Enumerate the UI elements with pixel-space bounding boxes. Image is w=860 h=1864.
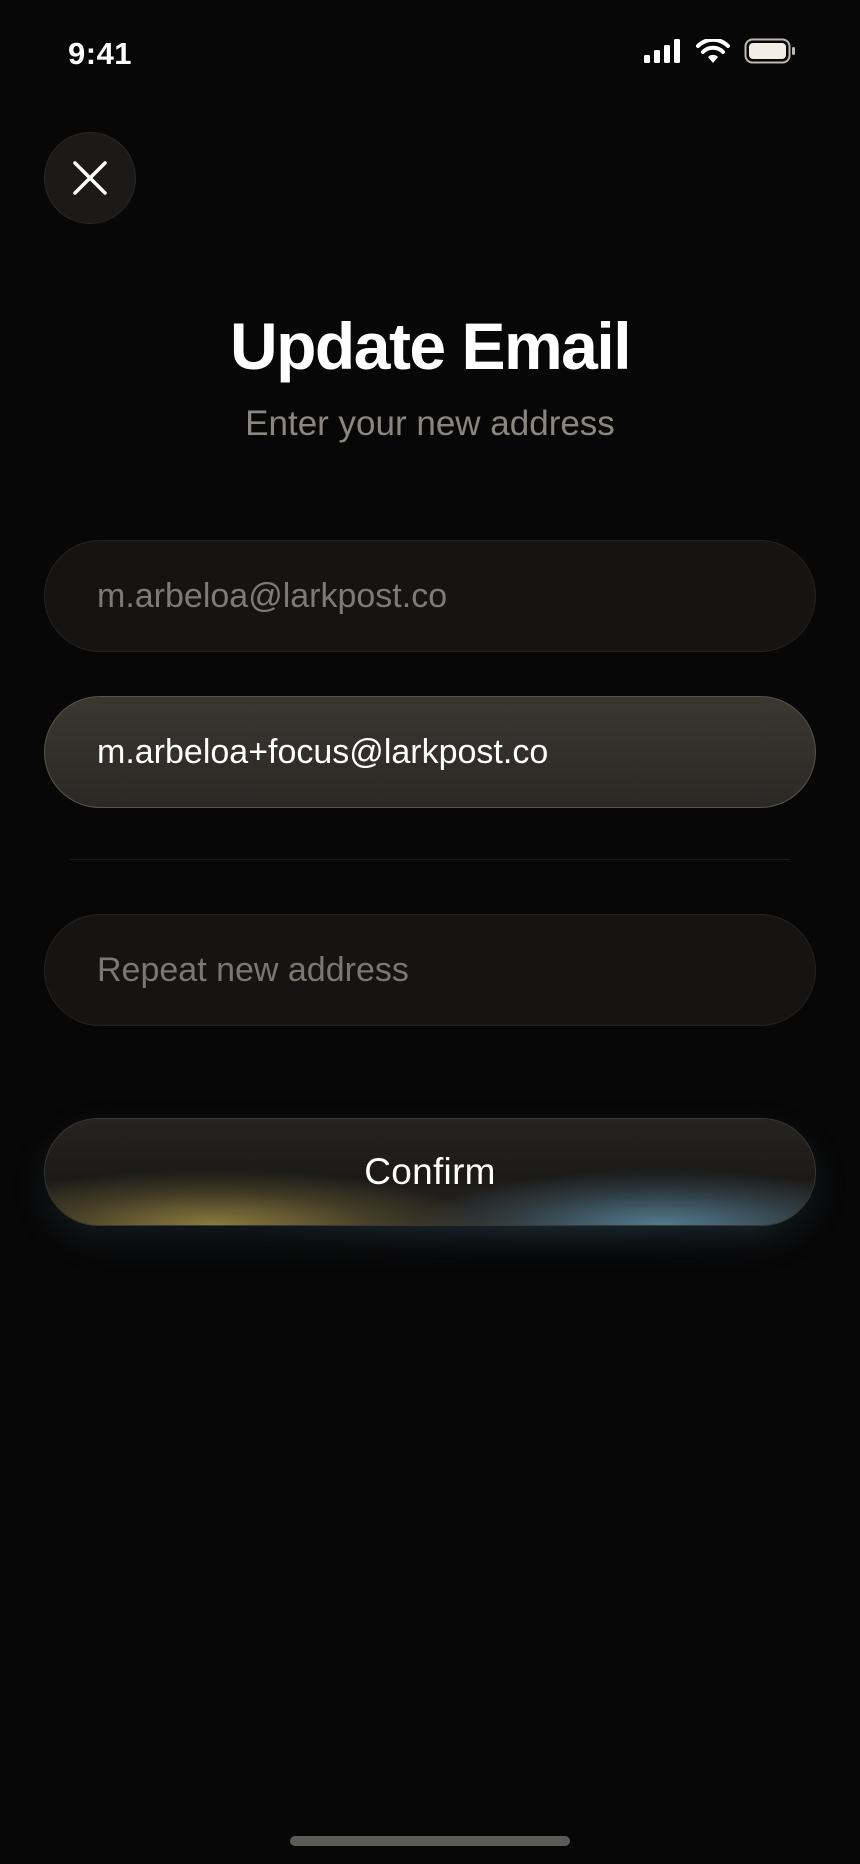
status-icons <box>644 38 796 64</box>
current-email-field[interactable] <box>44 540 816 652</box>
page-subtitle: Enter your new address <box>245 404 615 443</box>
new-email-field[interactable] <box>44 696 816 808</box>
battery-icon <box>744 38 795 64</box>
home-indicator[interactable] <box>290 1836 570 1846</box>
confirm-button[interactable]: Confirm <box>44 1118 816 1226</box>
close-button[interactable] <box>44 132 136 224</box>
wifi-icon <box>696 38 730 63</box>
status-time: 9:41 <box>68 36 133 71</box>
status-bar: 9:41 <box>0 0 860 110</box>
cellular-signal-icon <box>644 39 680 63</box>
page-title: Update Email <box>229 309 632 383</box>
close-icon <box>73 161 107 195</box>
confirm-button-label: Confirm <box>364 1151 496 1192</box>
repeat-email-field[interactable] <box>44 914 816 1026</box>
divider <box>70 859 790 860</box>
